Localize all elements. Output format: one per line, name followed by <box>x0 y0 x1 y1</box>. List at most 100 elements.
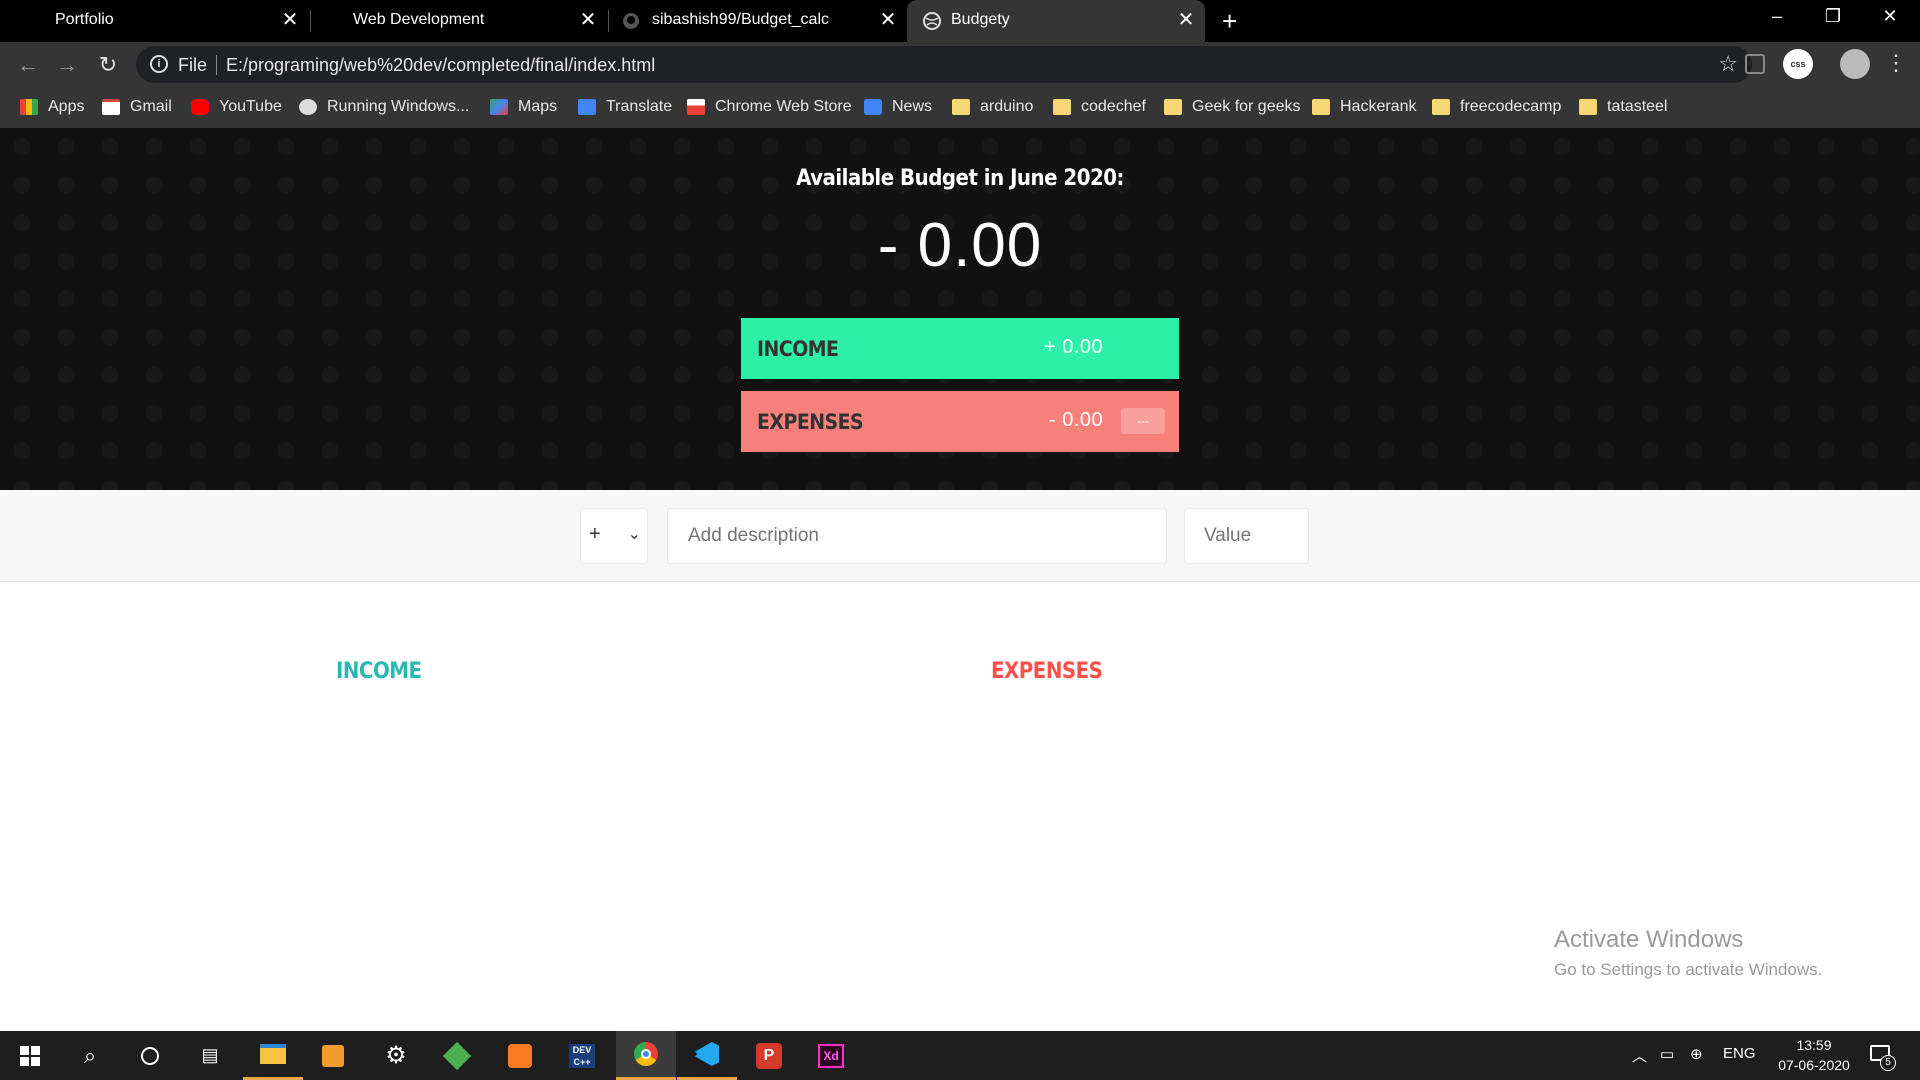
expenses-summary-card: EXPENSES - 0.00 --- <box>741 391 1179 452</box>
activate-windows-subtitle: Go to Settings to activate Windows. <box>1554 960 1823 979</box>
tab-close-icon[interactable]: ✕ <box>878 10 898 30</box>
bookmark-label: codechef <box>1081 98 1146 115</box>
page-content: Available Budget in June 2020: - 0.00 IN… <box>0 128 1920 1031</box>
folder-icon <box>1579 99 1597 115</box>
tray-chevron-up-icon[interactable]: ︿ <box>1632 1045 1647 1066</box>
bookmark-label: Apps <box>48 98 85 115</box>
bookmark-maps[interactable]: Maps <box>490 95 557 119</box>
value-input[interactable] <box>1184 508 1309 564</box>
dev-cpp-icon[interactable]: DEV C++ <box>552 1031 612 1080</box>
address-separator <box>216 55 217 75</box>
bookmark-label: Gmail <box>130 98 172 115</box>
settings-gear-icon[interactable]: ⚙ <box>366 1031 426 1080</box>
bookmark-star-icon[interactable]: ☆ <box>1718 51 1738 77</box>
bookmark-folder-hackerank[interactable]: Hackerank <box>1312 95 1416 119</box>
type-select-value: + <box>589 523 601 545</box>
folder-icon <box>1164 99 1182 115</box>
restore-button[interactable]: ❐ <box>1813 6 1853 27</box>
notifications-icon[interactable]: 5 <box>1868 1041 1896 1071</box>
maps-icon <box>490 99 508 115</box>
bookmark-folder-tatasteel[interactable]: tatasteel <box>1579 95 1667 119</box>
css-extension-icon[interactable]: css <box>1783 49 1813 79</box>
adobe-xd-icon[interactable]: Xd <box>801 1031 861 1080</box>
tab-budget-calc[interactable]: sibashish99/Budget_calc ✕ <box>608 0 906 42</box>
tab-title: Portfolio <box>55 11 114 28</box>
chevron-down-icon: ⌄ <box>627 526 641 543</box>
bookmark-label: Chrome Web Store <box>715 98 852 115</box>
bookmark-label: arduino <box>980 98 1034 115</box>
bookmark-label: freecodecamp <box>1460 98 1562 115</box>
tab-web-development[interactable]: Web Development ✕ <box>310 0 608 42</box>
activate-windows-title: Activate Windows <box>1554 926 1744 953</box>
network-globe-icon[interactable]: ⊕ <box>1690 1045 1703 1063</box>
media-player-icon[interactable] <box>303 1031 363 1080</box>
battery-icon[interactable]: ▭ <box>1660 1045 1674 1063</box>
news-icon <box>864 99 882 115</box>
bookmark-translate[interactable]: Translate <box>578 95 672 119</box>
postman-icon[interactable]: P <box>739 1031 799 1080</box>
address-bar[interactable]: i File E:/programing/web%20dev/completed… <box>136 46 1752 83</box>
bookmark-gmail[interactable]: Gmail <box>102 95 172 119</box>
expenses-value: - 0.00 <box>1049 409 1104 431</box>
bookmarks-bar: Apps Gmail YouTube Running Windows... Ma… <box>0 87 1920 128</box>
bookmark-folder-codechef[interactable]: codechef <box>1053 95 1146 119</box>
translate-icon <box>578 99 596 115</box>
git-icon[interactable] <box>427 1031 487 1080</box>
browser-toolbar: ← → ↻ i File E:/programing/web%20dev/com… <box>0 42 1920 87</box>
tab-close-icon[interactable]: ✕ <box>578 10 598 30</box>
bookmark-label: Translate <box>606 98 673 115</box>
type-select[interactable]: + ⌄ <box>580 508 648 564</box>
income-value: + 0.00 <box>1044 336 1104 358</box>
menu-dots-icon[interactable]: ⋮ <box>1885 50 1907 76</box>
cortana-icon[interactable] <box>120 1031 180 1080</box>
bookmark-youtube[interactable]: YouTube <box>191 95 282 119</box>
start-windows-icon[interactable] <box>0 1031 60 1080</box>
new-tab-button[interactable]: + <box>1222 8 1237 34</box>
profile-avatar[interactable] <box>1840 49 1870 79</box>
file-explorer-icon[interactable] <box>243 1031 303 1080</box>
bookmark-label: News <box>892 98 933 115</box>
folder-icon <box>952 99 970 115</box>
extension-icon[interactable] <box>1745 54 1765 74</box>
folder-icon <box>1432 99 1450 115</box>
bookmark-folder-freecodecamp[interactable]: freecodecamp <box>1432 95 1561 119</box>
chrome-icon[interactable] <box>616 1031 676 1080</box>
description-input[interactable] <box>667 508 1167 564</box>
notification-count: 5 <box>1880 1055 1896 1071</box>
vscode-icon[interactable] <box>677 1031 737 1080</box>
bookmark-news[interactable]: News <box>864 95 932 119</box>
minimize-button[interactable]: – <box>1757 6 1797 27</box>
bookmark-label: Running Windows... <box>327 98 470 115</box>
tab-title: sibashish99/Budget_calc <box>652 11 830 28</box>
task-view-icon[interactable]: ▤ <box>180 1031 240 1080</box>
bookmark-folder-arduino[interactable]: arduino <box>952 95 1033 119</box>
url-text[interactable]: E:/programing/web%20dev/completed/final/… <box>226 55 655 76</box>
income-list-title: INCOME <box>336 659 422 684</box>
bookmark-running-windows[interactable]: Running Windows... <box>299 95 469 119</box>
language-indicator[interactable]: ENG <box>1723 1045 1756 1062</box>
bookmark-chrome-web-store[interactable]: Chrome Web Store <box>687 95 852 119</box>
back-arrow-icon[interactable]: ← <box>14 51 42 79</box>
clock-date: 07-06-2020 <box>1778 1057 1850 1073</box>
folder-icon <box>1053 99 1071 115</box>
clock[interactable]: 13:59 07-06-2020 <box>1768 1035 1860 1075</box>
tab-budgety[interactable]: Budgety ✕ <box>907 0 1205 42</box>
info-icon[interactable]: i <box>150 55 168 73</box>
bookmark-apps[interactable]: Apps <box>20 95 84 119</box>
search-icon[interactable]: ⌕ <box>60 1031 120 1080</box>
forward-arrow-icon[interactable]: → <box>53 51 81 79</box>
close-window-button[interactable]: ✕ <box>1870 6 1910 27</box>
web-store-icon <box>687 99 705 115</box>
bookmark-folder-geek-for-geeks[interactable]: Geek for geeks <box>1164 95 1301 119</box>
tab-close-icon[interactable]: ✕ <box>1176 10 1196 30</box>
tab-title: Web Development <box>353 11 485 28</box>
budget-header: Available Budget in June 2020: - 0.00 IN… <box>0 128 1920 490</box>
expenses-list-title: EXPENSES <box>991 659 1103 684</box>
income-label: INCOME <box>757 337 839 361</box>
budget-title: Available Budget in June 2020: <box>796 166 1124 191</box>
xampp-icon[interactable] <box>490 1031 550 1080</box>
reload-icon[interactable]: ↻ <box>94 51 122 79</box>
bookmark-label: tatasteel <box>1607 98 1668 115</box>
tab-portfolio[interactable]: Portfolio ✕ <box>0 0 304 42</box>
tab-close-icon[interactable]: ✕ <box>280 10 300 30</box>
